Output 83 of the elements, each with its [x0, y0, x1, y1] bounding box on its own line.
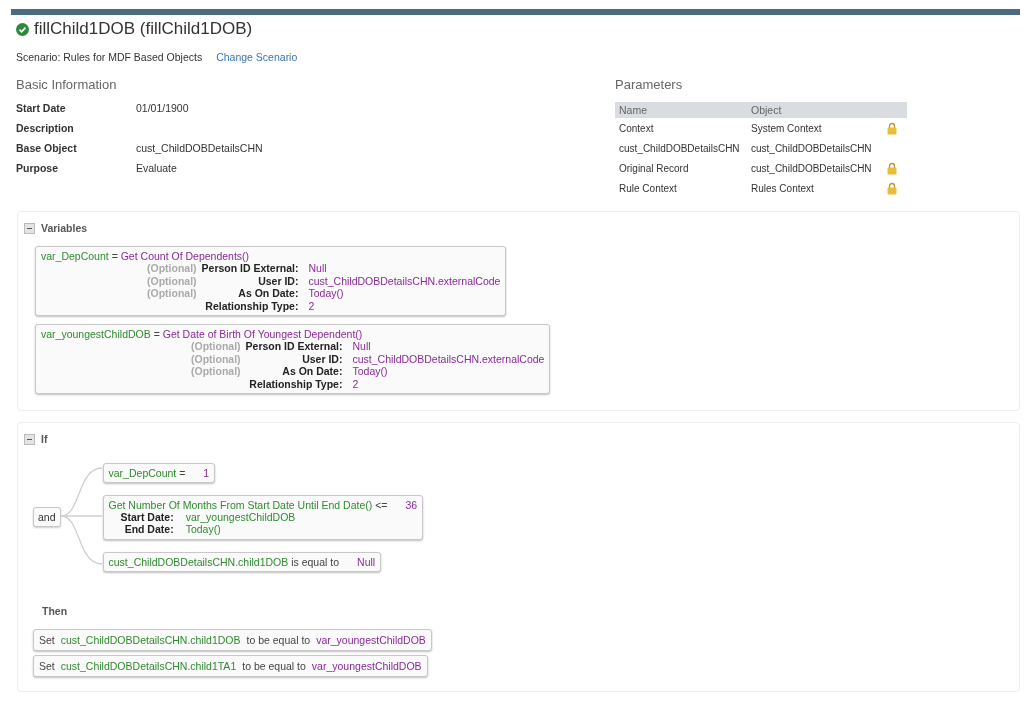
optional-tag: (Optional)	[191, 365, 241, 378]
param-label: Relationship Type:	[248, 377, 343, 390]
param-label: Person ID External:	[245, 340, 343, 353]
param-value: Today()	[308, 287, 345, 300]
variable-name: var_DepCount	[41, 250, 109, 262]
table-cell-text: Original Record	[619, 162, 690, 174]
param-label: Start Date:	[120, 510, 174, 523]
column-header: Name	[619, 104, 648, 116]
operator: =	[179, 466, 186, 479]
collapse-toggle[interactable]	[24, 433, 35, 445]
column-header: Object	[751, 104, 783, 116]
condition-value: 36	[405, 498, 418, 511]
action-target: cust_ChildDOBDetailsCHN.child1TA1	[60, 660, 237, 672]
param-label: End Date:	[123, 523, 174, 536]
table-cell-text: System Context	[751, 122, 823, 134]
operator: <=	[375, 498, 388, 511]
condition-card[interactable]: cust_ChildDOBDetailsCHN.child1DOB is equal to Null	[102, 551, 382, 572]
param-value: Today()	[185, 523, 222, 536]
variable-card[interactable]	[35, 324, 551, 394]
optional-tag: (Optional)	[147, 274, 197, 287]
condition-expression: var_DepCount	[108, 466, 177, 479]
section-heading: Variables	[41, 222, 88, 234]
param-label: As On Date:	[237, 287, 299, 300]
scenario-label: Scenario: Rules for MDF Based Objects	[16, 51, 203, 63]
variable-name: var_youngestChildDOB	[41, 328, 151, 340]
table-cell-text: Rule Context	[619, 182, 678, 194]
param-value: 2	[352, 377, 360, 390]
param-label: Person ID External:	[201, 262, 299, 275]
operator: to be equal to	[242, 660, 306, 672]
field-value: Evaluate	[136, 162, 177, 176]
operator: =	[111, 250, 118, 262]
condition-expression: Get Number Of Months From Start Date Until End Date()	[108, 498, 373, 511]
optional-tag: (Optional)	[147, 262, 197, 275]
param-label: As On Date:	[281, 365, 343, 378]
change-scenario-link[interactable]: Change Scenario	[216, 51, 298, 63]
action-verb: Set	[39, 660, 55, 672]
field-label: Description	[16, 122, 75, 136]
function-name: Get Count Of Dependents()	[120, 250, 250, 262]
condition-expression: cust_ChildDOBDetailsCHN.child1DOB	[108, 555, 289, 568]
collapse-toggle[interactable]	[24, 222, 35, 234]
variable-card[interactable]: var_DepCount = Get Count Of Dependents() (Optional) Person ID External: Null (Optional) User ID: cust_ChildDOBDetailsCHN.externalCode (Optional) As On Date: Today() Relationship Type: 2	[35, 246, 507, 316]
function-name: Get Date of Birth Of Youngest Dependent()	[162, 328, 363, 340]
operator: =	[153, 328, 160, 340]
condition-value: 1	[203, 466, 210, 479]
table-cell-text: cust_ChildDOBDetailsCHN	[751, 142, 873, 154]
action-card[interactable]: Set cust_ChildDOBDetailsCHN.child1DOB to be equal to var_youngestChildDOB	[33, 629, 432, 651]
section-heading: Parameters	[615, 77, 684, 92]
condition-card[interactable]: Get Number Of Months From Start Date Until End Date() <= 36 Start Date: var_youngestChildDOB End Date: Today()	[102, 494, 424, 540]
field-value: cust_ChildDOBDetailsCHN	[136, 142, 263, 156]
action-value: var_youngestChildDOB	[316, 634, 426, 646]
field-label: Purpose	[16, 162, 59, 176]
rule-title: fillChild1DOB (fillChild1DOB)	[34, 19, 253, 39]
param-value: cust_ChildDOBDetailsCHN.externalCode	[308, 274, 501, 287]
action-value: var_youngestChildDOB	[311, 660, 422, 672]
param-value: Today()	[352, 365, 389, 378]
param-label: Relationship Type:	[204, 299, 299, 312]
field-label: Base Object	[16, 142, 78, 156]
optional-tag: (Optional)	[147, 287, 197, 300]
condition-card[interactable]: var_DepCount = 1	[102, 462, 216, 483]
logic-operator[interactable]: and	[33, 507, 61, 527]
section-heading: If	[41, 433, 48, 445]
condition-value: Null	[357, 555, 376, 568]
field-value: 01/01/1900	[136, 102, 189, 116]
action-verb: Set	[39, 634, 55, 646]
table-cell-text: Context	[619, 122, 655, 134]
param-label: User ID:	[257, 274, 299, 287]
param-value: Null	[352, 340, 372, 353]
table-cell-text: cust_ChildDOBDetailsCHN	[619, 142, 741, 154]
table-cell-text: Rules Context	[751, 182, 815, 194]
operator: is equal to	[291, 555, 340, 568]
param-label: User ID:	[301, 352, 343, 365]
field-label: Start Date	[16, 102, 67, 116]
action-card[interactable]: Set cust_ChildDOBDetailsCHN.child1TA1 to be equal to var_youngestChildDOB	[33, 655, 428, 677]
action-target: cust_ChildDOBDetailsCHN.child1DOB	[60, 634, 241, 646]
param-value: var_youngestChildDOB	[185, 510, 296, 523]
param-value: cust_ChildDOBDetailsCHN.externalCode	[352, 352, 545, 365]
optional-tag: (Optional)	[191, 352, 241, 365]
operator: to be equal to	[246, 634, 311, 646]
param-value: Null	[308, 262, 328, 275]
param-value: 2	[308, 299, 316, 312]
optional-tag: (Optional)	[191, 340, 241, 353]
table-cell-text: cust_ChildDOBDetailsCHN	[751, 162, 873, 174]
then-heading: Then	[42, 605, 69, 617]
